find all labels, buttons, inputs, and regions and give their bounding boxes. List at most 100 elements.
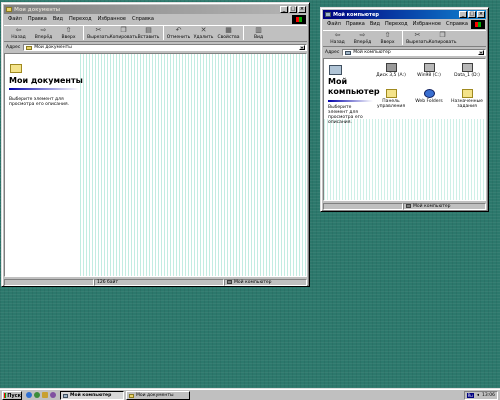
my-documents-titlebar[interactable]: Мои документы _ □ × (4, 5, 307, 14)
maximize-button[interactable]: □ (468, 11, 476, 18)
taskbar-item-my-documents[interactable]: Мои документы (126, 391, 190, 400)
address-bar: Адрес Мои документы ▾ (4, 43, 307, 52)
chevron-down-icon[interactable]: ▾ (478, 50, 484, 55)
status-zone: Мой компьютер (234, 279, 272, 285)
pane-divider (9, 88, 79, 90)
menu-edit[interactable]: Правка (28, 16, 47, 22)
properties-button[interactable]: ▦ Свойства (217, 26, 240, 40)
status-cell (4, 278, 94, 286)
minimize-button[interactable]: _ (459, 11, 467, 18)
web-folders-item[interactable]: Web Folders (414, 89, 444, 104)
web-folders-icon (423, 89, 435, 98)
address-label: Адрес (325, 50, 340, 55)
address-value: Мои документы (34, 45, 72, 50)
address-bar: Адрес Мой компьютер ▾ (323, 48, 486, 57)
copy-button[interactable]: ❐ Копировать (428, 31, 456, 45)
pane-title: Мои документы (9, 76, 83, 85)
pane-title: Мой компьютер (328, 77, 380, 96)
drive-a-item[interactable]: Диск 3,5 (A:) (376, 63, 406, 78)
scissors-icon: ✂ (414, 31, 421, 39)
outlook-express-icon[interactable] (34, 392, 40, 398)
close-button[interactable]: × (477, 11, 485, 18)
toolbar-separator (163, 26, 164, 40)
menu-view[interactable]: Вид (53, 16, 63, 22)
computer-icon (325, 12, 331, 17)
floppy-drive-icon (385, 63, 397, 72)
show-desktop-icon[interactable] (42, 392, 48, 398)
menu-bar: Файл Правка Вид Переход Избранное Справк… (4, 15, 307, 23)
menu-edit[interactable]: Правка (346, 21, 365, 27)
render-noise (80, 54, 306, 276)
my-computer-titlebar[interactable]: Мой компьютер _ □ × (323, 10, 486, 19)
cut-button[interactable]: ✂ Вырезать (87, 26, 110, 40)
menu-go[interactable]: Переход (69, 16, 92, 22)
pane-description: Выберите элемент для просмотра его описа… (9, 97, 70, 107)
forward-arrow-icon: ⇨ (359, 31, 366, 39)
speaker-icon[interactable]: ◂ (477, 393, 479, 398)
minimize-button[interactable]: _ (280, 6, 288, 13)
forward-button[interactable]: ⇨ Вперёд (351, 31, 374, 45)
toolbar: ⇦ Назад ⇨ Вперёд ⇧ Вверх ✂ Вырезать ❐ Копиров… (323, 30, 486, 47)
toolbar-separator (83, 26, 84, 40)
copy-button[interactable]: ❐ Копировать (109, 26, 137, 40)
menu-help[interactable]: Справка (446, 21, 468, 27)
menu-favorites[interactable]: Избранное (413, 21, 441, 27)
scheduled-tasks-item[interactable]: Назначенные задания (451, 89, 483, 109)
channels-icon[interactable] (50, 392, 56, 398)
clock[interactable]: 13:06 (482, 393, 495, 398)
undo-button[interactable]: ↶ Отменить (167, 26, 190, 40)
chevron-down-icon[interactable]: ▾ (299, 45, 305, 50)
pane-description: Выберите элемент для просмотра его описа… (328, 105, 363, 125)
windows-logo-icon (292, 15, 306, 24)
window-title: Мои документы (14, 6, 61, 13)
computer-large-icon (329, 65, 342, 75)
my-computer-window[interactable]: Мой компьютер _ □ × Файл Правка Вид Пере… (320, 7, 489, 212)
properties-icon: ▦ (225, 26, 232, 34)
maximize-button[interactable]: □ (289, 6, 297, 13)
menu-bar: Файл Правка Вид Переход Избранное Справк… (323, 20, 486, 28)
taskbar-item-my-computer[interactable]: Мой компьютер (60, 391, 124, 400)
menu-go[interactable]: Переход (385, 21, 408, 27)
views-button[interactable]: ▥ Вид (247, 26, 270, 40)
paste-button[interactable]: ▤ Вставить (137, 26, 160, 40)
back-arrow-icon: ⇦ (334, 31, 341, 39)
menu-help[interactable]: Справка (132, 16, 154, 22)
drive-c-item[interactable]: Win98 (C:) (414, 63, 444, 78)
pane-divider (328, 100, 373, 102)
start-button[interactable]: Пуск (2, 391, 22, 400)
folder-view[interactable]: Мой компьютер Выберите элемент для просм… (323, 58, 486, 201)
scheduled-tasks-icon (461, 89, 473, 98)
paste-icon: ▤ (145, 26, 152, 34)
drive-d-item[interactable]: Data_1 (D:) (452, 63, 482, 78)
menu-file[interactable]: Файл (8, 16, 22, 22)
close-button[interactable]: × (298, 6, 306, 13)
back-button[interactable]: ⇦ Назад (7, 26, 30, 40)
forward-button[interactable]: ⇨ Вперёд (32, 26, 55, 40)
folder-view[interactable]: Мои документы Выберите элемент для просм… (4, 53, 307, 277)
status-bar: Мой компьютер (323, 202, 486, 210)
status-bar: 126 байт Мой компьютер (4, 278, 307, 286)
up-button[interactable]: ⇧ Вверх (376, 31, 399, 45)
computer-icon (406, 204, 411, 208)
internet-explorer-icon[interactable] (26, 392, 32, 398)
window-title: Мой компьютер (333, 11, 379, 18)
computer-icon (63, 393, 68, 398)
menu-favorites[interactable]: Избранное (98, 16, 126, 22)
language-indicator[interactable]: Ru (466, 393, 474, 398)
windows-logo-icon (471, 20, 485, 29)
control-panel-item[interactable]: Панель управления (376, 89, 406, 109)
toolbar-separator (243, 26, 244, 40)
control-panel-icon (385, 89, 397, 98)
menu-file[interactable]: Файл (327, 21, 341, 27)
my-documents-window[interactable]: Мои документы _ □ × Файл Правка Вид Пере… (1, 2, 310, 287)
address-input[interactable]: Мои документы ▾ (23, 44, 307, 51)
windows-flag-icon (4, 393, 7, 398)
delete-button[interactable]: ✕ Удалить (192, 26, 215, 40)
up-button[interactable]: ⇧ Вверх (57, 26, 80, 40)
back-button[interactable]: ⇦ Назад (326, 31, 349, 45)
start-label: Пуск (7, 392, 21, 399)
address-input[interactable]: Мой компьютер ▾ (342, 49, 486, 56)
menu-view[interactable]: Вид (370, 21, 380, 27)
cut-button[interactable]: ✂ Вырезать (406, 31, 429, 45)
back-arrow-icon: ⇦ (15, 26, 22, 34)
